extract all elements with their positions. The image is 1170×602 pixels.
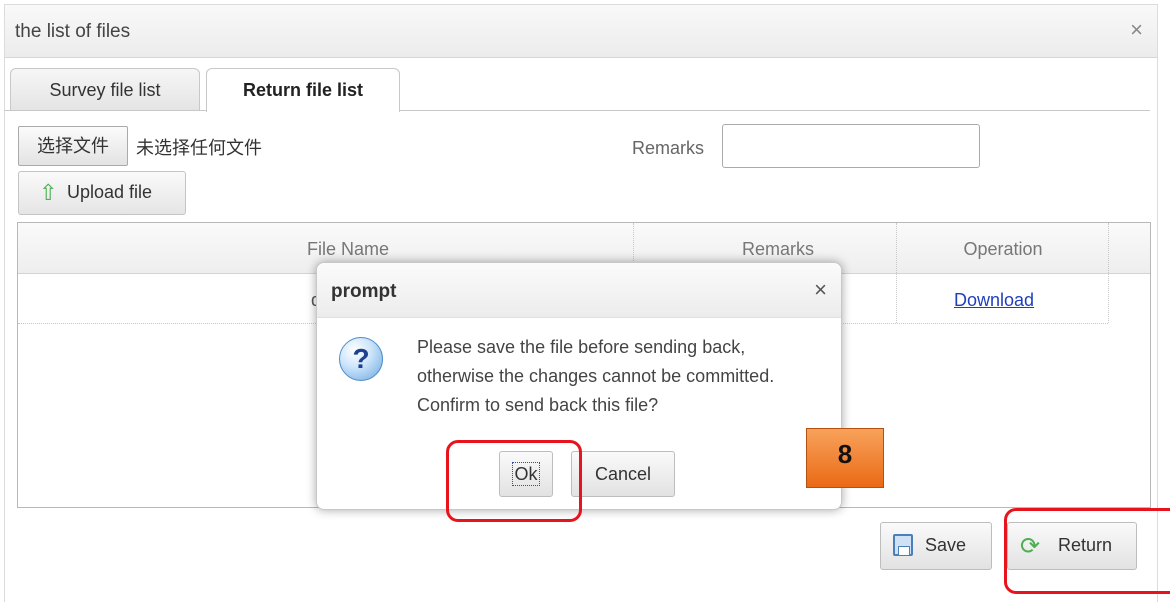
tab-divider xyxy=(4,110,1150,111)
step-number-badge: 8 xyxy=(806,428,884,488)
return-button[interactable]: ⟳ Return xyxy=(1007,522,1137,570)
download-link[interactable]: Download xyxy=(954,290,1034,311)
remarks-input[interactable] xyxy=(722,124,980,168)
dialog-title: prompt xyxy=(331,281,397,302)
floppy-disk-icon xyxy=(893,534,913,556)
column-header-file-name: File Name xyxy=(306,239,390,259)
window-titlebar: the list of files × xyxy=(5,5,1157,58)
save-button[interactable]: Save xyxy=(880,522,992,570)
ok-button[interactable]: Ok xyxy=(499,451,553,497)
cancel-button[interactable]: Cancel xyxy=(571,451,675,497)
column-header-operation: Operation xyxy=(963,239,1043,259)
column-divider xyxy=(1108,223,1110,323)
dialog-titlebar: prompt × xyxy=(317,263,841,318)
ok-label: Ok xyxy=(512,462,540,486)
choose-file-button[interactable]: 选择文件 xyxy=(18,126,128,166)
close-icon[interactable]: × xyxy=(814,277,827,303)
column-header-remarks: Remarks xyxy=(741,239,814,259)
return-label: Return xyxy=(1058,535,1113,555)
dialog-message: Please save the file before sending back… xyxy=(417,337,775,415)
up-arrow-icon: ⇧ xyxy=(39,180,58,205)
refresh-icon: ⟳ xyxy=(1020,533,1041,560)
close-icon[interactable]: × xyxy=(1130,17,1143,43)
tab-return-file-list[interactable]: Return file list xyxy=(206,68,400,112)
save-label: Save xyxy=(925,535,967,555)
upload-file-button[interactable]: ⇧ Upload file xyxy=(18,171,186,215)
prompt-dialog: prompt × ? Please save the file before s… xyxy=(316,262,842,510)
question-icon: ? xyxy=(339,337,383,381)
upload-file-label: Upload file xyxy=(67,182,153,202)
no-file-chosen-text: 未选择任何文件 xyxy=(136,138,262,158)
tab-survey-file-list[interactable]: Survey file list xyxy=(10,68,200,111)
remarks-label: Remarks xyxy=(632,138,705,158)
window-title: the list of files xyxy=(15,21,131,42)
